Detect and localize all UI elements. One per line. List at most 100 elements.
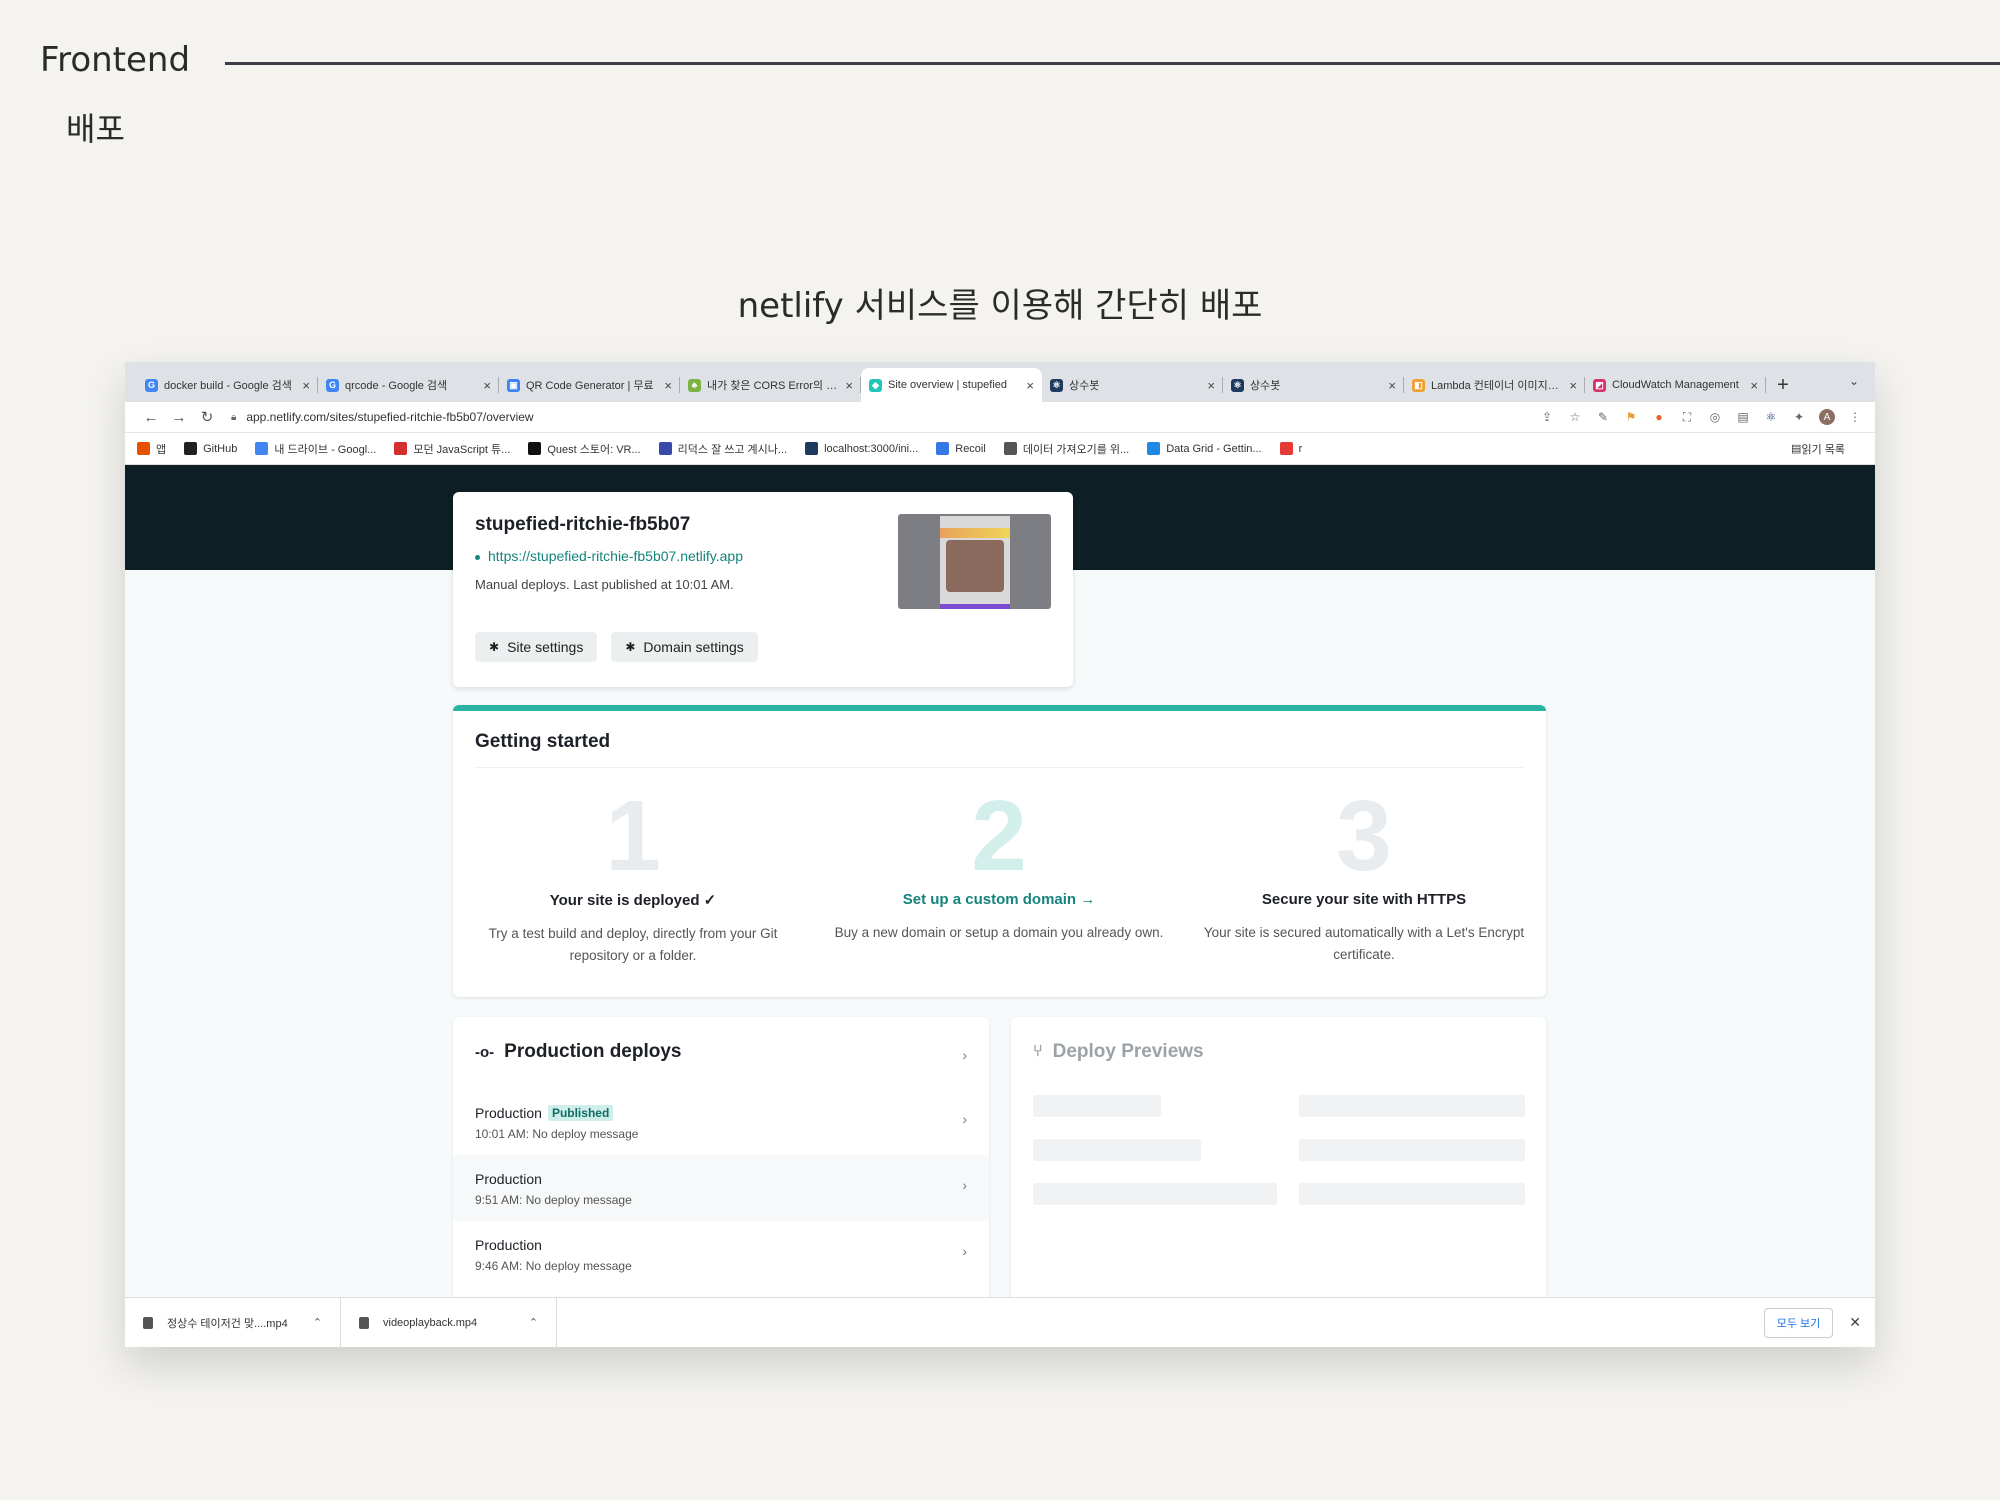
- bookmark-item[interactable]: localhost:3000/ini...: [805, 442, 918, 455]
- star-icon[interactable]: ☆: [1567, 409, 1583, 425]
- browser-window: Gdocker build - Google 검색 × Gqrcode - Goog…: [125, 362, 1875, 1347]
- show-all-button[interactable]: 모두 보기: [1763, 1307, 1834, 1338]
- bookmark-item[interactable]: Recoil: [936, 442, 986, 455]
- close-tab-icon[interactable]: ×: [1026, 378, 1034, 393]
- extension-circle-icon[interactable]: ◎: [1707, 409, 1723, 425]
- close-tab-icon[interactable]: ×: [302, 378, 310, 393]
- deploy-row[interactable]: Production 9:51 AM: No deploy message ›: [453, 1155, 989, 1221]
- tab-3[interactable]: ▣ QR Code Generator | 무료 ×: [499, 368, 680, 402]
- custom-domain-link[interactable]: Set up a custom domain →: [824, 891, 1174, 908]
- avatar[interactable]: A: [1819, 409, 1835, 425]
- puzzle-icon[interactable]: ✦: [1791, 409, 1807, 425]
- close-tab-icon[interactable]: ×: [1569, 378, 1577, 393]
- close-tab-icon[interactable]: ×: [1750, 378, 1758, 393]
- extension-badge-icon[interactable]: ●: [1651, 409, 1667, 425]
- bookmark-item[interactable]: 모던 JavaScript 튜...: [394, 441, 510, 457]
- flag-icon: [1279, 442, 1293, 455]
- close-tab-icon[interactable]: ×: [1388, 378, 1396, 393]
- step-heading: Your site is deployed ✓: [549, 892, 717, 909]
- bookmark-item[interactable]: GitHub: [184, 442, 237, 455]
- bookmark-item[interactable]: 앱: [137, 441, 166, 457]
- apps-icon: [137, 442, 150, 455]
- url-text: app.netlify.com/sites/stupefied-ritchie-…: [246, 410, 534, 424]
- step-description: Your site is secured automatically with …: [1203, 925, 1525, 962]
- bookmark-item[interactable]: 내 드라이브 - Googl...: [255, 441, 376, 457]
- site-preview-thumbnail[interactable]: [898, 514, 1051, 609]
- chevron-right-icon[interactable]: ›: [962, 1111, 967, 1127]
- menu-kebab-icon[interactable]: ⋮: [1847, 409, 1863, 425]
- eyedropper-icon[interactable]: ✎: [1595, 409, 1611, 425]
- tab-8[interactable]: ◧ Lambda 컨테이너 이미지에서 ×: [1404, 368, 1585, 402]
- js-icon: [394, 442, 408, 455]
- close-tab-icon[interactable]: ×: [845, 378, 853, 393]
- bookmark-item[interactable]: Data Grid - Gettin...: [1147, 442, 1262, 455]
- chevron-up-icon[interactable]: ⌃: [313, 1316, 322, 1329]
- github-icon: [184, 442, 198, 455]
- loading-skeleton: [1299, 1095, 1525, 1117]
- react-icon: [805, 442, 819, 455]
- deploy-context: Production: [475, 1171, 542, 1187]
- reading-list-button[interactable]: ▤ 읽기 목록: [1791, 441, 1845, 457]
- step-number: 2: [971, 780, 1027, 892]
- tab-search-chevron-icon[interactable]: ⌄: [1849, 374, 1859, 388]
- bookmark-item[interactable]: r: [1279, 442, 1302, 455]
- react-devtools-icon[interactable]: ⚛: [1763, 409, 1779, 425]
- site-settings-button[interactable]: ✱ Site settings: [475, 632, 598, 662]
- reading-list-icon: ▤: [1791, 443, 1802, 455]
- new-tab-button[interactable]: +: [1766, 368, 1800, 402]
- chevron-right-icon[interactable]: ›: [962, 1243, 967, 1259]
- deploy-row[interactable]: Production 9:46 AM: No deploy message ›: [453, 1221, 989, 1287]
- bookmark-item[interactable]: 리덕스 잘 쓰고 계시나...: [658, 441, 787, 457]
- slide-caption: netlify 서비스를 이용해 간단히 배포: [737, 286, 1263, 326]
- url-field[interactable]: 🔒︎ app.netlify.com/sites/stupefied-ritch…: [231, 410, 1539, 424]
- deploy-message: 10:01 AM: No deploy message: [475, 1127, 639, 1141]
- step-deployed: 1 Your site is deployed ✓ Try a test bui…: [458, 781, 808, 967]
- back-icon[interactable]: ←: [137, 409, 165, 426]
- tab-5[interactable]: ◆ Site overview | stupefied ×: [861, 368, 1042, 402]
- extension-flag-icon[interactable]: ⚑: [1623, 409, 1639, 425]
- slide-subtitle: 배포: [66, 110, 125, 148]
- production-deploys-link[interactable]: -o- Production deploys: [475, 1041, 682, 1063]
- bookmark-item[interactable]: 데이터 가져오기를 위...: [1003, 441, 1130, 457]
- production-deploys-card: -o- Production deploys › Production Publis…: [453, 1017, 989, 1297]
- share-icon[interactable]: ⇪: [1539, 409, 1555, 425]
- chevron-right-icon[interactable]: ›: [962, 1047, 967, 1063]
- tab-strip: Gdocker build - Google 검색 × Gqrcode - Goog…: [137, 368, 1766, 402]
- deploy-row[interactable]: Production Published 10:01 AM: No deploy …: [453, 1089, 989, 1155]
- step-description: Try a test build and deploy, directly fr…: [488, 926, 778, 963]
- deploy-previews-card: ⑂ Deploy Previews: [1011, 1017, 1546, 1297]
- download-item[interactable]: videoplayback.mp4 ⌃: [341, 1297, 557, 1347]
- tab-title: Lambda 컨테이너 이미지에서: [1431, 380, 1564, 392]
- react-icon: ⚛: [1231, 378, 1244, 392]
- tab-1[interactable]: Gdocker build - Google 검색 ×: [137, 368, 318, 402]
- close-tab-icon[interactable]: ×: [664, 378, 672, 393]
- deploy-previews-title: Deploy Previews: [1052, 1041, 1204, 1062]
- loading-skeleton: [1299, 1183, 1525, 1205]
- chevron-up-icon[interactable]: ⌃: [529, 1316, 538, 1329]
- loading-skeleton: [1033, 1183, 1277, 1205]
- tab-6[interactable]: ⚛ 상수봇 ×: [1042, 368, 1223, 402]
- tab-7[interactable]: ⚛ 상수봇 ×: [1223, 368, 1404, 402]
- site-url-text[interactable]: https://stupefied-ritchie-fb5b07.netlify…: [488, 548, 743, 564]
- reload-icon[interactable]: ↻: [193, 408, 221, 426]
- close-tab-icon[interactable]: ×: [1207, 378, 1215, 393]
- status-badge: Published: [547, 1105, 614, 1121]
- bookmark-label: 데이터 가져오기를 위...: [1022, 443, 1130, 456]
- forward-icon[interactable]: →: [165, 409, 193, 426]
- extension-box-icon[interactable]: ▤: [1735, 409, 1751, 425]
- lock-icon[interactable]: 🔒︎: [231, 412, 236, 423]
- domain-settings-button[interactable]: ✱ Domain settings: [611, 632, 758, 662]
- slide-divider: [225, 62, 2000, 65]
- tab-2[interactable]: Gqrcode - Google 검색 ×: [318, 368, 499, 402]
- chevron-right-icon[interactable]: ›: [962, 1177, 967, 1193]
- screenshot-icon[interactable]: ⛶: [1679, 409, 1695, 425]
- step-https: 3 Secure your site with HTTPS Your site …: [1189, 781, 1539, 966]
- tab-9[interactable]: ◩ CloudWatch Management ×: [1585, 368, 1766, 402]
- domain-settings-label: Domain settings: [643, 639, 744, 655]
- close-icon[interactable]: ✕: [1849, 1314, 1861, 1331]
- download-item[interactable]: 정상수 테이저건 맞....mp4 ⌃: [125, 1297, 341, 1347]
- close-tab-icon[interactable]: ×: [483, 378, 491, 393]
- tab-4[interactable]: ♣ 내가 찾은 CORS Error의 해결 ×: [680, 368, 861, 402]
- step-custom-domain[interactable]: 2 Set up a custom domain → Buy a new dom…: [824, 781, 1174, 944]
- bookmark-item[interactable]: Quest 스토어: VR...: [528, 441, 641, 457]
